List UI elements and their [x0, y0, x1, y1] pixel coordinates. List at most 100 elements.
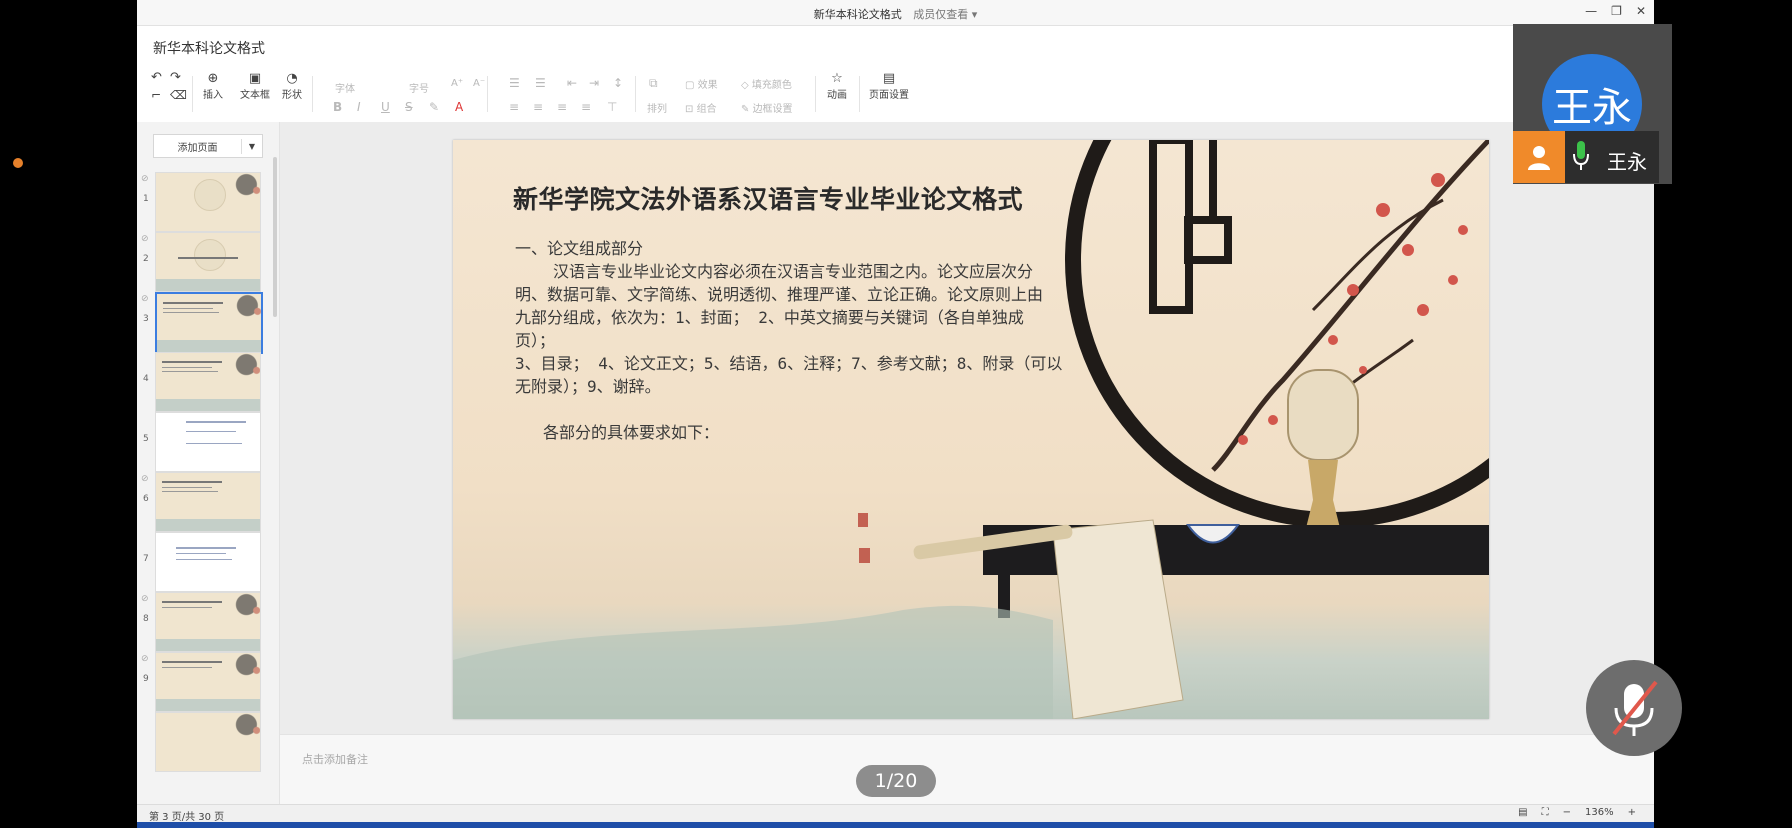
page-info: 第 3 页/共 30 页 [149, 812, 225, 823]
mute-microphone-button[interactable] [1586, 660, 1682, 756]
recording-dot-icon [13, 158, 23, 168]
redo-icon[interactable]: ↷ [170, 70, 181, 85]
slide-line: 页）； [515, 331, 556, 350]
slide-line: 3、目录； 4、论文正文；5、结语，6、注释；7、参考文献；8、附录（可以 [515, 354, 1063, 373]
slide-line: 无附录）；9、谢辞。 [515, 377, 661, 396]
bullet-list-icon[interactable]: ☰ [509, 76, 520, 90]
slide-thumbnail[interactable] [155, 652, 261, 712]
animation-button[interactable]: ☆ 动画 [827, 71, 847, 102]
highlight-icon[interactable]: ✎ [429, 100, 439, 114]
italic-icon[interactable]: I [357, 100, 361, 114]
group-button[interactable]: ⊡ 组合 [685, 100, 717, 115]
slide-thumbnail[interactable] [155, 532, 261, 592]
notes-toggle-icon[interactable]: ▤ [1518, 807, 1527, 818]
slide-body-text: 一、论文组成部分 汉语言专业毕业论文内容必须在汉语言专业范围之内。论文应层次分 … [515, 237, 1165, 444]
permission-dropdown[interactable]: 成员仅查看 ▾ [913, 8, 977, 21]
strikethrough-icon[interactable]: S [405, 100, 413, 114]
slide-thumbnail-selected[interactable] [155, 292, 263, 354]
thumbnail-number: 3 [143, 314, 149, 324]
align-left-icon[interactable]: ≡ [509, 100, 519, 114]
align-right-icon[interactable]: ≡ [557, 100, 567, 114]
microphone-icon [1573, 141, 1589, 170]
font-family-select[interactable]: 字体 [335, 80, 355, 95]
textbox-icon: ▣ [248, 71, 262, 86]
close-icon[interactable]: ✕ [1636, 4, 1646, 18]
textbox-button[interactable]: ▣ 文本框 [240, 71, 270, 102]
numbered-list-icon[interactable]: ☰ [535, 76, 546, 90]
chevron-down-icon[interactable]: ▼ [242, 142, 262, 151]
group-label: 组合 [696, 104, 717, 115]
font-size-select[interactable]: 字号 [409, 80, 429, 95]
shrink-font-icon[interactable]: A⁻ [473, 78, 485, 89]
add-page-button[interactable]: 添加页面 ▼ [153, 134, 263, 158]
participant-name: 王永 [1607, 150, 1647, 174]
effect-label: 效果 [697, 80, 718, 91]
document-name[interactable]: 新华本科论文格式 [153, 38, 265, 58]
thumbnail-scrollbar[interactable] [273, 157, 277, 317]
page-setup-button[interactable]: ▤ 页面设置 [869, 72, 909, 102]
thumbnail-number: 7 [143, 554, 149, 564]
fit-page-icon[interactable]: ⛶ [1542, 807, 1549, 818]
shape-button[interactable]: ◔ 形状 [282, 71, 302, 102]
align-center-icon[interactable]: ≡ [533, 100, 543, 114]
grow-font-icon[interactable]: A⁺ [451, 78, 463, 89]
slide-thumbnail[interactable] [155, 592, 261, 652]
slide-line: 各部分的具体要求如下： [543, 423, 720, 442]
line-spacing-icon[interactable]: ↕ [613, 76, 623, 90]
arrange-icon[interactable]: ⧉ [649, 76, 658, 91]
slide-thumbnail[interactable] [155, 232, 261, 292]
minimize-icon[interactable]: — [1585, 4, 1597, 18]
document-header: 新华本科论文格式 [137, 26, 1654, 66]
participant-video-tile[interactable]: 王永 王永 [1513, 24, 1672, 184]
zoom-in-icon[interactable]: + [1628, 807, 1636, 818]
slide-thumbnail[interactable] [155, 412, 261, 472]
insert-button[interactable]: ⊕ 插入 [203, 72, 223, 102]
slide-thumbnail[interactable] [155, 352, 261, 412]
link-icon: ⊘ [141, 174, 149, 184]
thumbnail-number: 4 [143, 374, 149, 384]
zoom-level[interactable]: 136% [1585, 807, 1614, 818]
vertical-align-icon[interactable]: ⊤ [607, 100, 617, 114]
toolbar-divider [815, 76, 816, 112]
border-button[interactable]: ✎ 边框设置 [741, 100, 793, 115]
page-indicator: 1/20 [856, 765, 936, 797]
thumbnail-number: 1 [143, 194, 149, 204]
slide-line: 汉语言专业毕业论文内容必须在汉语言专业范围之内。论文应层次分 [553, 262, 1034, 281]
shape-icon: ◔ [286, 71, 298, 86]
window-title: 新华本科论文格式 [813, 8, 902, 21]
justify-icon[interactable]: ≡ [581, 100, 591, 114]
decrease-indent-icon[interactable]: ⇤ [567, 76, 577, 90]
presentation-app: 新华本科论文格式 成员仅查看 ▾ — ❐ ✕ 新华本科论文格式 ↶ ↷ ⌐ ⌫ … [137, 0, 1654, 828]
status-bar: 第 3 页/共 30 页 ▤ ⛶ − 136% + [137, 804, 1654, 823]
format-painter-icon[interactable]: ⌐ [151, 88, 161, 102]
add-page-label: 添加页面 [154, 138, 242, 154]
increase-indent-icon[interactable]: ⇥ [589, 76, 599, 90]
toolbar-divider [635, 76, 636, 112]
arrange-button[interactable]: 排列 [647, 100, 667, 115]
slide-editing-area: 新华学院文法外语系汉语言专业毕业论文格式 一、论文组成部分 汉语言专业毕业论文内… [280, 122, 1654, 734]
notes-pane[interactable]: 点击添加备注 [280, 734, 1654, 805]
star-icon: ☆ [831, 71, 843, 86]
font-color-icon[interactable]: A [455, 100, 463, 114]
fill-color-button[interactable]: ◇ 填充颜色 [741, 76, 792, 91]
link-icon: ⊘ [141, 234, 149, 244]
bold-icon[interactable]: B [333, 100, 342, 114]
link-icon: ⊘ [141, 474, 149, 484]
notes-placeholder: 点击添加备注 [302, 753, 368, 766]
slide-thumbnail[interactable] [155, 172, 261, 232]
textbox-label: 文本框 [240, 90, 270, 101]
page-setup-label: 页面设置 [869, 90, 909, 101]
slide-thumbnail[interactable] [155, 712, 261, 772]
shape-label: 形状 [282, 90, 302, 101]
current-slide[interactable]: 新华学院文法外语系汉语言专业毕业论文格式 一、论文组成部分 汉语言专业毕业论文内… [453, 140, 1489, 719]
restore-icon[interactable]: ❐ [1611, 4, 1622, 18]
underline-icon[interactable]: U [381, 100, 390, 114]
slide-thumbnail[interactable] [155, 472, 261, 532]
effect-button[interactable]: ▢ 效果 [685, 76, 718, 91]
zoom-controls: ▤ ⛶ − 136% + [1518, 807, 1636, 818]
undo-icon[interactable]: ↶ [151, 70, 162, 85]
zoom-out-icon[interactable]: − [1563, 807, 1571, 818]
eraser-icon[interactable]: ⌫ [170, 88, 187, 102]
thumbnail-number: 9 [143, 674, 149, 684]
link-icon: ⊘ [141, 594, 149, 604]
